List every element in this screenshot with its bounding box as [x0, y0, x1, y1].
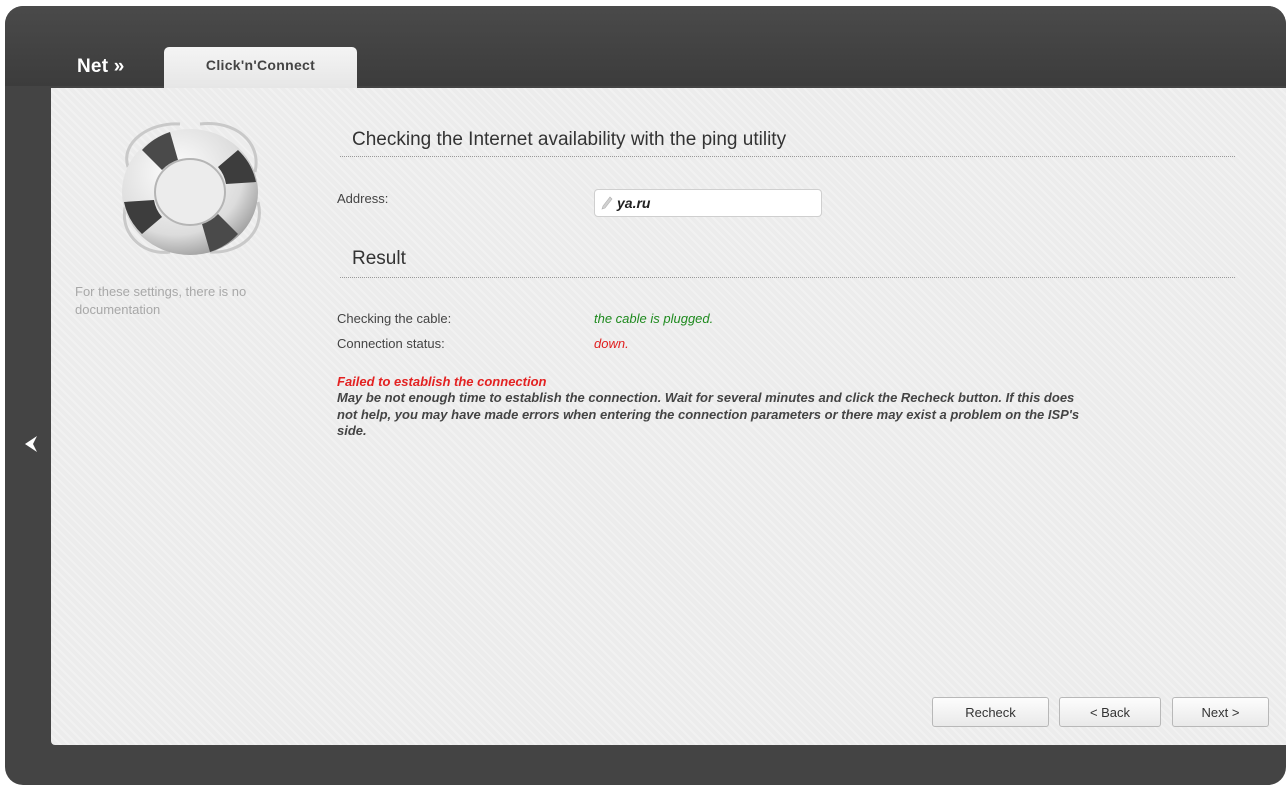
pencil-icon: [601, 196, 613, 210]
back-button[interactable]: < Back: [1059, 697, 1161, 727]
error-title: Failed to establish the connection: [337, 374, 547, 389]
ping-section-title: Checking the Internet availability with …: [352, 129, 787, 150]
cable-check-value: the cable is plugged.: [594, 311, 714, 326]
connection-status-label: Connection status:: [337, 336, 445, 351]
next-button[interactable]: Next >: [1172, 697, 1269, 727]
divider: [340, 277, 1235, 278]
result-section-title: Result: [352, 248, 406, 269]
divider: [340, 156, 1235, 157]
recheck-button[interactable]: Recheck: [932, 697, 1049, 727]
address-field[interactable]: ya.ru: [594, 189, 822, 217]
cable-check-label: Checking the cable:: [337, 311, 452, 326]
error-message: May be not enough time to establish the …: [337, 390, 1080, 438]
chevron-left-icon[interactable]: [20, 432, 42, 456]
no-documentation-text: For these settings, there is no document…: [75, 284, 247, 317]
tab-click-n-connect[interactable]: Click'n'Connect: [164, 47, 357, 88]
address-value: ya.ru: [617, 195, 651, 211]
lifebuoy-icon: [122, 122, 261, 255]
breadcrumb[interactable]: Net »: [77, 56, 124, 78]
connection-status-value: down.: [594, 336, 629, 351]
address-label: Address:: [337, 191, 389, 206]
